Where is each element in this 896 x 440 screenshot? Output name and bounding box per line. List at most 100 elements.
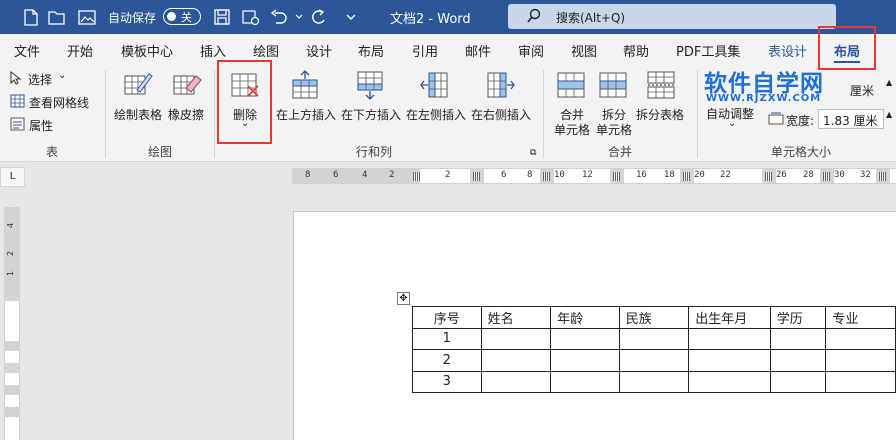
table-cell[interactable]: 专业 bbox=[825, 306, 896, 329]
select-label: 选择 bbox=[28, 73, 53, 87]
save-icon[interactable] bbox=[213, 8, 231, 26]
autofit-button[interactable]: 自动调整 ⌄ bbox=[703, 100, 759, 134]
ruler-number: 8 bbox=[305, 170, 311, 180]
ruler-number: 2 bbox=[445, 170, 451, 180]
tab-selector[interactable]: L bbox=[0, 167, 25, 187]
width-input[interactable]: 1.83 厘米 bbox=[818, 109, 884, 129]
group-separator bbox=[697, 70, 698, 158]
insert-left-button[interactable]: 在左侧插入 bbox=[406, 68, 468, 124]
undo-icon[interactable] bbox=[270, 8, 288, 26]
table-cell[interactable] bbox=[688, 349, 771, 372]
table-cell[interactable] bbox=[825, 327, 896, 350]
table-move-handle-icon[interactable]: ✥ bbox=[397, 292, 410, 305]
document-table[interactable]: 序号 姓名 年龄 民族 出生年月 学历 专业 1 2 3 bbox=[412, 306, 896, 393]
table-cell[interactable] bbox=[769, 370, 827, 393]
table-cell[interactable] bbox=[688, 370, 771, 393]
table-cell[interactable]: 1 bbox=[412, 327, 482, 350]
insert-right-label: 在右侧插入 bbox=[471, 108, 532, 122]
table-cell[interactable]: 民族 bbox=[618, 306, 690, 329]
vertical-ruler[interactable]: 4 2 1 bbox=[4, 207, 20, 440]
image-icon[interactable] bbox=[78, 8, 96, 26]
tab-insert[interactable]: 插入 bbox=[200, 41, 226, 60]
table-cell[interactable] bbox=[480, 327, 552, 350]
table-cell[interactable] bbox=[769, 349, 827, 372]
table-cell[interactable]: 出生年月 bbox=[688, 306, 771, 329]
table-cell[interactable] bbox=[550, 370, 620, 393]
table-cell[interactable]: 年龄 bbox=[550, 306, 620, 329]
tab-draw[interactable]: 绘图 bbox=[253, 41, 279, 60]
tab-layout[interactable]: 布局 bbox=[358, 41, 384, 60]
table-row: 序号 姓名 年龄 民族 出生年月 学历 专业 bbox=[412, 306, 896, 329]
table-cell[interactable] bbox=[769, 327, 827, 350]
redo-icon[interactable] bbox=[310, 8, 328, 26]
table-cell[interactable] bbox=[825, 349, 896, 372]
tab-mailings[interactable]: 邮件 bbox=[465, 41, 491, 60]
open-folder-icon[interactable] bbox=[48, 8, 66, 26]
tab-view[interactable]: 视图 bbox=[571, 41, 597, 60]
split-cells-button[interactable]: 拆分 单元格 bbox=[594, 68, 634, 138]
table-cell[interactable]: 序号 bbox=[412, 306, 482, 329]
undo-dropdown-icon[interactable] bbox=[290, 8, 308, 26]
insert-below-button[interactable]: 在下方插入 bbox=[341, 68, 403, 124]
ruler-number: 2 bbox=[389, 170, 395, 180]
table-cell[interactable] bbox=[618, 370, 690, 393]
table-cell[interactable]: 姓名 bbox=[480, 306, 552, 329]
height-spinner-icon[interactable]: ▲ bbox=[886, 78, 892, 87]
tab-pdf-tools[interactable]: PDF工具集 bbox=[676, 41, 740, 60]
tab-help[interactable]: 帮助 bbox=[623, 41, 649, 60]
table-cell[interactable] bbox=[480, 370, 552, 393]
table-cell[interactable]: 2 bbox=[412, 349, 482, 372]
document-title: 文档2 - Word bbox=[390, 12, 471, 27]
table-cell[interactable] bbox=[618, 327, 690, 350]
tab-references[interactable]: 引用 bbox=[412, 41, 438, 60]
table-cell[interactable] bbox=[618, 349, 690, 372]
tab-review[interactable]: 审阅 bbox=[518, 41, 544, 60]
search-box[interactable]: 搜索(Alt+Q) bbox=[508, 4, 836, 29]
properties-button[interactable]: 属性 bbox=[10, 116, 100, 134]
table-cell[interactable]: 3 bbox=[412, 370, 482, 393]
eraser-button[interactable]: 橡皮擦 bbox=[168, 68, 208, 124]
insert-right-icon bbox=[485, 70, 515, 103]
tab-design[interactable]: 设计 bbox=[306, 41, 332, 60]
table-cell[interactable] bbox=[480, 349, 552, 372]
ruler-number: 32 bbox=[860, 170, 871, 180]
table-cell[interactable] bbox=[550, 327, 620, 350]
insert-right-button[interactable]: 在右侧插入 bbox=[471, 68, 533, 124]
merge-cells-button[interactable]: 合并 单元格 bbox=[552, 68, 592, 138]
group-label-cell-size: 单元格大小 bbox=[771, 145, 832, 159]
table-cell[interactable] bbox=[550, 349, 620, 372]
draw-table-button[interactable]: 绘制表格 bbox=[114, 68, 164, 124]
split-table-button[interactable]: 拆分表格 bbox=[636, 68, 688, 124]
insert-left-label: 在左侧插入 bbox=[406, 108, 467, 122]
split-cells-icon bbox=[598, 70, 628, 103]
sync-settings-icon[interactable] bbox=[242, 8, 260, 26]
height-unit: 厘米 bbox=[850, 84, 875, 98]
tab-table-design[interactable]: 表设计 bbox=[768, 41, 807, 60]
horizontal-ruler[interactable]: 8 6 4 2 2 6 8 10 12 16 18 20 22 26 28 30… bbox=[292, 168, 896, 184]
insert-above-button[interactable]: 在上方插入 bbox=[276, 68, 338, 124]
tab-template-center[interactable]: 模板中心 bbox=[121, 41, 173, 60]
table-cell[interactable] bbox=[688, 327, 771, 350]
customize-toolbar-icon[interactable] bbox=[342, 8, 360, 26]
ruler-column-marker bbox=[613, 172, 620, 181]
select-button[interactable]: 选择 ⌄ bbox=[10, 70, 100, 88]
dialog-launcher-icon[interactable]: ⧉ bbox=[530, 148, 536, 158]
ruler-number: 12 bbox=[582, 170, 593, 180]
toggle-knob-icon bbox=[167, 12, 176, 21]
group-separator bbox=[214, 70, 215, 158]
tab-file[interactable]: 文件 bbox=[14, 41, 40, 60]
vruler-row-marker bbox=[5, 363, 19, 373]
tab-home[interactable]: 开始 bbox=[67, 41, 93, 60]
ruler-number: 16 bbox=[636, 170, 647, 180]
autosave-label: 自动保存 bbox=[108, 11, 157, 25]
column-width-icon bbox=[768, 112, 784, 129]
table-cell[interactable]: 学历 bbox=[769, 306, 827, 329]
view-gridlines-button[interactable]: 查看网格线 bbox=[10, 93, 100, 111]
width-spinner-icon[interactable]: ▲ bbox=[886, 110, 892, 119]
gridlines-label: 查看网格线 bbox=[29, 96, 90, 110]
table-cell[interactable] bbox=[825, 370, 896, 393]
ribbon-tabs: 文件 开始 模板中心 插入 绘图 设计 布局 引用 邮件 审阅 视图 帮助 PD… bbox=[0, 34, 896, 64]
autosave-toggle[interactable]: 关 bbox=[163, 8, 201, 25]
split-table-label: 拆分表格 bbox=[636, 108, 685, 122]
new-document-icon[interactable] bbox=[22, 8, 40, 26]
